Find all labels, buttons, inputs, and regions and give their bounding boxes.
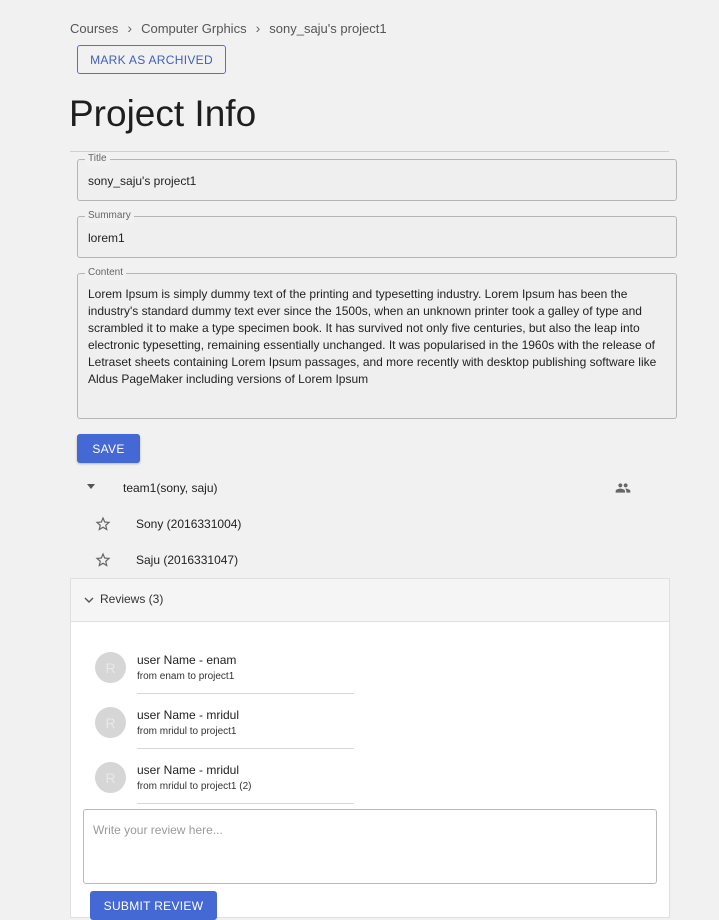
avatar: R	[95, 652, 126, 683]
divider	[137, 748, 354, 749]
review-input[interactable]	[83, 809, 657, 884]
title-field-label: Title	[85, 152, 110, 166]
title-field[interactable]: Title sony_saju's project1	[77, 152, 677, 201]
review-text: from mridul to project1	[137, 726, 237, 737]
summary-field-label: Summary	[85, 209, 134, 223]
review-item: R user Name - mridul from mridul to proj…	[95, 702, 355, 752]
review-text: from enam to project1	[137, 671, 235, 682]
review-author: user Name - mridul	[137, 708, 240, 722]
mark-as-archived-button[interactable]: MARK AS ARCHIVED	[77, 45, 226, 74]
divider	[137, 803, 354, 804]
reviews-title: Reviews (3)	[100, 592, 164, 606]
breadcrumb: Courses › Computer Grphics › sony_saju's…	[70, 20, 387, 36]
page-title: Project Info	[69, 93, 257, 134]
divider	[70, 151, 669, 152]
title-field-value[interactable]: sony_saju's project1	[78, 173, 206, 190]
save-button[interactable]: SAVE	[77, 434, 140, 463]
team-member-item[interactable]: Sony (2016331004)	[70, 509, 669, 539]
summary-field-value[interactable]: lorem1	[78, 230, 135, 247]
breadcrumb-course[interactable]: Computer Grphics	[141, 21, 246, 36]
people-icon[interactable]	[614, 480, 632, 501]
content-field[interactable]: Content Lorem Ipsum is simply dummy text…	[77, 266, 677, 419]
content-field-value[interactable]: Lorem Ipsum is simply dummy text of the …	[78, 274, 676, 388]
avatar: R	[95, 762, 126, 793]
review-author: user Name - enam	[137, 653, 237, 667]
breadcrumb-current: sony_saju's project1	[269, 20, 387, 36]
team-row[interactable]: team1(sony, saju)	[70, 474, 669, 502]
reviews-panel: Reviews (3) R user Name - enam from enam…	[70, 578, 670, 920]
team-member-label: Saju (2016331047)	[136, 553, 239, 567]
team-member-label: Sony (2016331004)	[136, 517, 242, 531]
team-label: team1(sony, saju)	[123, 481, 218, 495]
divider	[137, 693, 354, 694]
content-field-label: Content	[85, 266, 127, 280]
review-item: R user Name - mridul from mridul to proj…	[95, 757, 355, 807]
star-outline-icon[interactable]	[94, 551, 112, 574]
summary-field[interactable]: Summary lorem1	[77, 209, 677, 258]
review-item: R user Name - enam from enam to project1	[95, 647, 355, 697]
review-text: from mridul to project1 (2)	[137, 781, 252, 792]
review-author: user Name - mridul	[137, 763, 240, 777]
team-member-item[interactable]: Saju (2016331047)	[70, 545, 669, 575]
chevron-down-icon[interactable]	[83, 593, 95, 611]
caret-down-icon[interactable]	[87, 484, 95, 489]
star-outline-icon[interactable]	[94, 515, 112, 538]
breadcrumb-courses[interactable]: Courses	[70, 21, 118, 36]
avatar: R	[95, 707, 126, 738]
reviews-accordion-header[interactable]: Reviews (3)	[71, 579, 669, 622]
chevron-right-icon: ›	[127, 20, 133, 36]
chevron-right-icon: ›	[255, 20, 261, 36]
